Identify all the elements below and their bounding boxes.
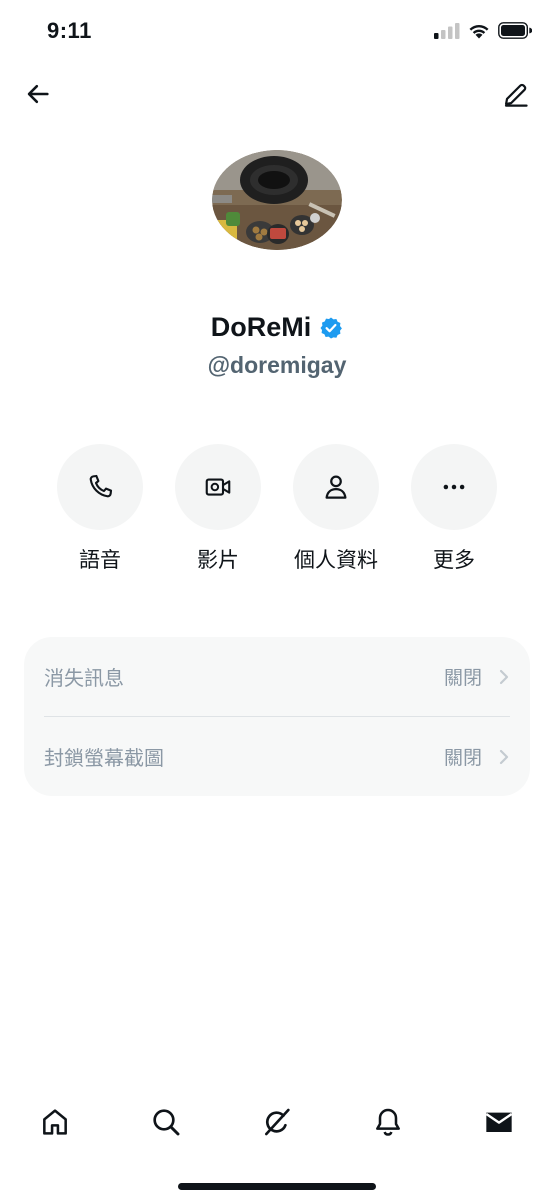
home-indicator (178, 1183, 376, 1190)
setting-value: 關閉 (443, 747, 482, 769)
wifi-icon (469, 24, 489, 38)
profile-handle: @doremigay (207, 352, 347, 378)
video-icon (205, 478, 231, 496)
tab-home[interactable] (33, 1100, 77, 1144)
tab-notifications[interactable] (366, 1100, 410, 1144)
home-icon (43, 1109, 67, 1135)
person-icon (325, 475, 347, 499)
setting-label: 封鎖螢幕截圖 (44, 746, 164, 770)
action-voice[interactable]: 語音 (55, 444, 145, 574)
avatar[interactable] (212, 150, 342, 250)
phone-icon (89, 474, 113, 498)
back-button[interactable] (22, 78, 54, 110)
arrow-left-icon (27, 84, 49, 104)
tab-messages[interactable] (477, 1100, 521, 1144)
chevron-right-icon (499, 749, 509, 764)
conversation-settings: 消失訊息 關閉 封鎖螢幕截圖 關閉 (24, 637, 530, 796)
action-video[interactable]: 影片 (173, 444, 263, 574)
setting-value-group: 關閉 (444, 663, 510, 690)
video-call-button[interactable] (175, 444, 261, 530)
status-icons (434, 22, 532, 39)
notifications-icon (376, 1108, 400, 1136)
status-time: 9:11 (47, 18, 92, 43)
avatar-image (212, 150, 342, 250)
setting-value: 關閉 (443, 667, 482, 689)
search-icon (153, 1109, 180, 1136)
profile-name: DoReMi (210, 312, 312, 342)
verified-badge-icon (320, 317, 343, 338)
profile-name-row: DoReMi (0, 312, 554, 343)
action-label: 影片 (197, 548, 239, 572)
setting-block-screenshots[interactable]: 封鎖螢幕截圖 關閉 (44, 717, 510, 796)
edit-button[interactable] (500, 78, 532, 110)
action-profile[interactable]: 個人資料 (291, 444, 381, 574)
action-label: 語音 (79, 548, 121, 572)
view-profile-button[interactable] (293, 444, 379, 530)
compose-icon (504, 83, 528, 107)
more-button[interactable] (411, 444, 497, 530)
action-label: 更多 (433, 548, 475, 572)
battery-icon (498, 22, 532, 39)
tab-search[interactable] (144, 1100, 188, 1144)
voice-call-button[interactable] (57, 444, 143, 530)
chevron-right-icon (499, 669, 509, 684)
tab-grok[interactable] (255, 1100, 299, 1144)
action-label: 個人資料 (294, 548, 378, 572)
setting-label: 消失訊息 (44, 666, 124, 690)
cellular-signal-icon (434, 22, 460, 39)
messages-icon (485, 1112, 513, 1132)
setting-disappearing-messages[interactable]: 消失訊息 關閉 (44, 637, 510, 716)
setting-value-group: 關閉 (444, 743, 510, 770)
grok-icon (265, 1108, 290, 1136)
tab-bar (0, 1100, 554, 1144)
action-more[interactable]: 更多 (409, 444, 499, 574)
more-icon (443, 484, 465, 490)
